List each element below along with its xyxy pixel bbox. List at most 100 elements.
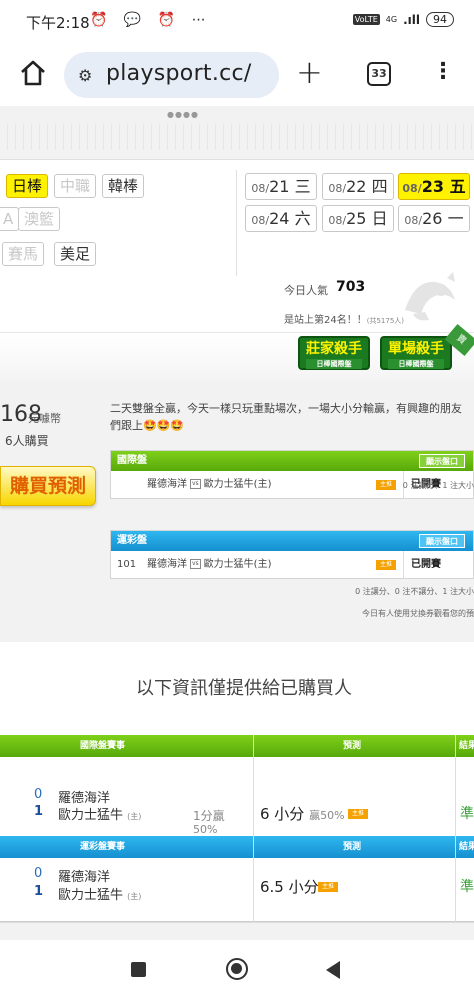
home-icon[interactable] — [18, 58, 48, 88]
divider — [455, 757, 456, 843]
table-header: 國際盤賽事 預測 結果 — [0, 735, 474, 757]
divider — [455, 735, 456, 757]
date-month: 08/ — [251, 182, 270, 195]
date-0826[interactable]: 08/26 一 — [398, 205, 470, 232]
result-value: 準 — [460, 806, 474, 822]
date-0823[interactable]: 08/23 五 — [398, 173, 470, 200]
sport-tab-horse-racing[interactable]: 賽馬 — [2, 242, 45, 266]
date-day: 25 — [346, 209, 367, 228]
banker-killer-badge[interactable]: 莊家殺手 日棒國際盤 — [298, 336, 370, 370]
badge-subtitle: 日棒國際盤 — [306, 359, 362, 369]
date-day: 21 — [269, 177, 290, 196]
divider — [253, 836, 254, 858]
buy-prediction-button[interactable]: 購買預測 — [0, 466, 96, 506]
badge-subtitle: 日棒國際盤 — [388, 359, 444, 369]
intl-prediction-table: 國際盤賽事 預測 結果 0 羅德海洋 1 歐力士猛牛 (主) 1分贏 50% 6… — [0, 735, 474, 843]
decorative-pattern — [0, 124, 474, 150]
sport-tab-cpbl[interactable]: 中職 — [54, 174, 97, 198]
browser-toolbar: ⚙ playsport.cc/ + 33 ⋮ — [0, 44, 474, 106]
home-team: 歐力士猛牛 (主) — [58, 804, 141, 823]
date-weekday: 日 — [371, 209, 388, 228]
site-settings-icon[interactable]: ⚙ — [78, 66, 92, 85]
lottery-prediction-table: 運彩盤賽事 預測 結果 0 羅德海洋 1 歐力士猛牛 (主) 6.5 小分 主推… — [0, 836, 474, 922]
divider — [236, 170, 237, 276]
prediction-value: 6 小分 贏50% — [260, 803, 345, 824]
url-text[interactable]: playsport.cc/ — [106, 61, 252, 86]
divider — [253, 735, 254, 757]
date-month: 08/ — [404, 214, 423, 227]
date-month: 08/ — [402, 182, 422, 195]
sport-tab-kbo[interactable]: 韓棒 — [102, 174, 145, 198]
status-time: 下午2:18 — [26, 14, 90, 32]
divider — [403, 551, 404, 578]
sport-tab-npb[interactable]: 日棒 — [6, 174, 49, 198]
date-0821[interactable]: 08/21 三 — [245, 173, 317, 200]
date-weekday: 一 — [447, 209, 464, 228]
col-result: 結果 — [459, 842, 474, 852]
col-prediction: 預測 — [343, 741, 362, 751]
table-row: 0 羅德海洋 1 歐力士猛牛 (主) 1分贏 50% 6 小分 贏50% 主推 … — [0, 757, 474, 843]
date-weekday: 六 — [294, 209, 311, 228]
show-odds-button[interactable]: 顯示盤口 — [419, 454, 465, 468]
buyers-only-title: 以下資訊僅提供給已購買人 — [136, 678, 352, 699]
show-odds-button[interactable]: 顯示盤口 — [419, 534, 465, 548]
vs-icon: vs — [190, 479, 201, 489]
away-team: 羅德海洋 — [58, 870, 111, 885]
home-team: 歐力士猛牛 (主) — [58, 884, 141, 903]
mascot-icon — [405, 272, 455, 321]
match-teams: 羅德海洋 vs 歐力士猛牛(主) — [147, 551, 272, 578]
status-bar: 下午2:18 ⏰ 💬 ⏰ ⋯ VoLTE 4G .ıll 94 — [0, 0, 474, 44]
match-teams: 羅德海洋 vs 歐力士猛牛(主) — [147, 471, 272, 498]
home-score: 1 — [34, 884, 44, 899]
badge-title: 莊家殺手 — [306, 341, 362, 357]
buyers-count: 6人購買 — [5, 434, 49, 448]
network-type: 4G — [385, 15, 398, 24]
notification-icons: ⏰ 💬 ⏰ ⋯ — [90, 12, 212, 28]
intl-panel-header: 國際盤 顯示盤口 — [111, 451, 473, 471]
address-bar[interactable]: ⚙ playsport.cc/ — [64, 52, 279, 98]
more-menu-icon[interactable]: ⋮ — [432, 57, 454, 87]
recents-icon[interactable] — [131, 962, 146, 977]
recommend-tag: 主推 — [348, 809, 368, 819]
date-0822[interactable]: 08/22 四 — [322, 173, 394, 200]
table-header: 運彩盤賽事 預測 結果 — [0, 836, 474, 858]
divider — [455, 836, 456, 858]
recommend-tag: 主推 — [318, 882, 338, 892]
divider — [253, 757, 254, 843]
status-right: VoLTE 4G .ıll 94 — [352, 12, 454, 27]
volte-icon: VoLTE — [352, 14, 380, 25]
lottery-panel: 運彩盤 顯示盤口 101 羅德海洋 vs 歐力士猛牛(主) 主推 已開賽 — [110, 530, 474, 579]
sport-tab-nbl[interactable]: 澳籃 — [18, 207, 61, 231]
home-team: 歐力士猛牛(主) — [203, 479, 272, 490]
tab-switcher-button[interactable]: 33 — [367, 62, 391, 86]
prediction-value: 6.5 小分 — [260, 878, 319, 896]
date-0824[interactable]: 08/24 六 — [245, 205, 317, 232]
prediction-extra: 贏50% — [309, 809, 345, 822]
date-0825[interactable]: 08/25 日 — [322, 205, 394, 232]
col-prediction: 預測 — [343, 842, 362, 852]
divider — [253, 858, 254, 922]
new-tab-icon[interactable]: + — [296, 54, 323, 90]
date-month: 08/ — [328, 182, 347, 195]
match-row: 101 羅德海洋 vs 歐力士猛牛(主) 主推 已開賽 — [111, 551, 473, 578]
system-nav-bar — [0, 940, 474, 1000]
recommend-tag: 主推 — [376, 480, 396, 490]
popularity-label: 今日人氣 — [284, 284, 328, 297]
screen: 下午2:18 ⏰ 💬 ⏰ ⋯ VoLTE 4G .ıll 94 ⚙ playsp… — [0, 0, 474, 1000]
divider — [455, 858, 456, 922]
sport-tab-nfl[interactable]: 美足 — [54, 242, 97, 266]
home-nav-icon[interactable] — [226, 958, 248, 980]
prediction-description: 二天雙盤全贏，今天一樣只玩重點場次，一場大小分輸贏，有興趣的朋友們跟上🤩🤩🤩 — [110, 402, 462, 432]
date-weekday: 四 — [371, 177, 388, 196]
recommend-tag: 主推 — [376, 560, 396, 570]
date-day: 22 — [346, 177, 367, 196]
carousel-dots: ●●●● — [167, 110, 199, 119]
date-month: 08/ — [251, 214, 270, 227]
back-icon[interactable] — [326, 961, 340, 979]
table-row: 0 羅德海洋 1 歐力士猛牛 (主) 6.5 小分 主推 準 — [0, 858, 474, 922]
lottery-summary: 0 注讓分、0 注不讓分、1 注大小 — [355, 587, 474, 596]
sport-tab-partial[interactable]: A — [0, 207, 20, 231]
signal-icon: .ıll — [403, 12, 420, 27]
single-killer-badge[interactable]: 單場殺手 日棒國際盤 — [380, 336, 452, 370]
vs-icon: vs — [190, 559, 201, 569]
